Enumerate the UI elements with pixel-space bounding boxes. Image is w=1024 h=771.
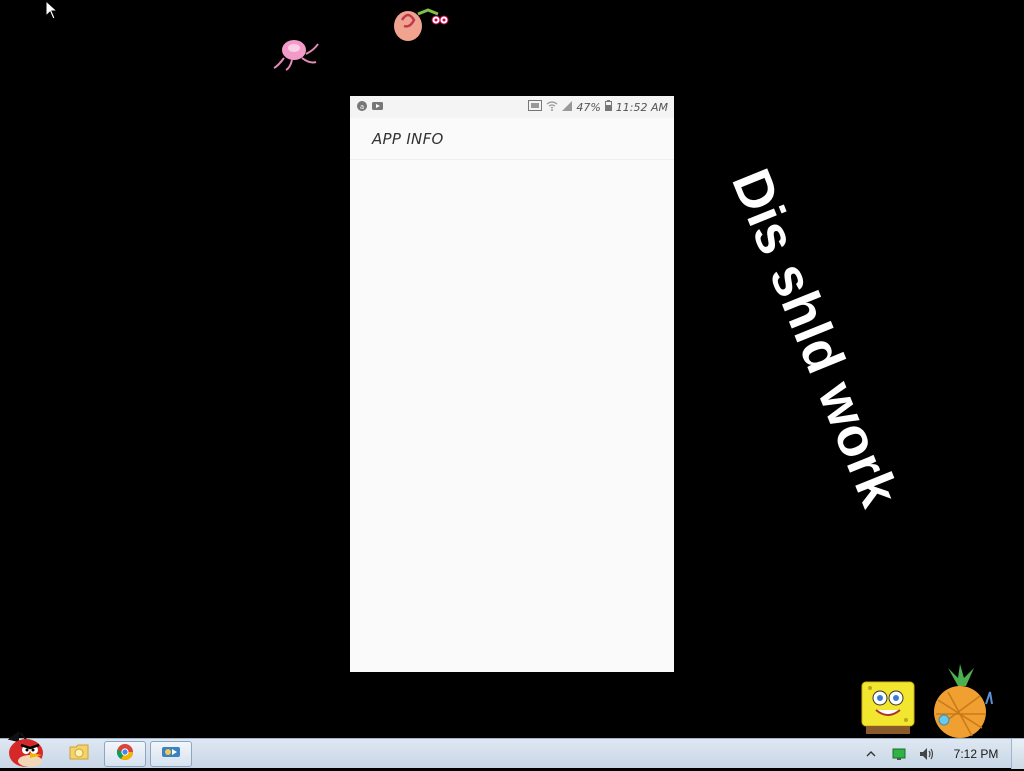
notification-icon: a (356, 100, 368, 115)
mouse-cursor-icon (45, 0, 59, 24)
media-icon (161, 744, 181, 764)
taskbar-chrome[interactable] (104, 740, 146, 767)
jellyfish-sticker-icon (272, 36, 320, 76)
app-info-content (350, 160, 674, 672)
phone-status-bar: a 47% 11:52 AM (350, 96, 674, 118)
angry-bird-icon (4, 730, 50, 771)
taskbar-clock[interactable]: 7:12 PM (941, 747, 1011, 761)
page-title: APP INFO (372, 129, 444, 148)
screen-cast-icon (528, 100, 543, 114)
start-button[interactable] (0, 730, 54, 771)
phone-screen: a 47% 11:52 AM APP INFO (350, 96, 674, 672)
taskbar-file-explorer[interactable] (58, 741, 100, 767)
svg-text:a: a (360, 103, 364, 111)
status-time: 11:52 AM (615, 100, 668, 114)
desktop: Dis shld work a 47% 11:52 AM APP INFO (0, 0, 1024, 738)
video-icon (372, 101, 384, 114)
folder-icon (69, 743, 89, 765)
system-tray: 7:12 PM (857, 738, 1024, 769)
volume-icon[interactable] (918, 745, 936, 763)
network-icon[interactable] (890, 745, 908, 763)
pineapple-house-sticker-icon (928, 664, 994, 742)
sponge-sticker-icon (856, 680, 920, 742)
taskbar: 7:12 PM (0, 730, 1024, 771)
signal-icon (562, 100, 573, 114)
show-desktop-button[interactable] (1011, 738, 1024, 769)
snail-sticker-icon (390, 0, 450, 48)
battery-percent: 47% (576, 100, 601, 114)
app-bar: APP INFO (350, 118, 674, 160)
battery-icon (604, 100, 612, 114)
overlay-caption: Dis shld work (720, 160, 910, 516)
chrome-icon (116, 743, 134, 765)
taskbar-media-app[interactable] (150, 740, 192, 767)
show-hidden-icons-icon[interactable] (862, 745, 880, 763)
wifi-icon (546, 100, 558, 114)
